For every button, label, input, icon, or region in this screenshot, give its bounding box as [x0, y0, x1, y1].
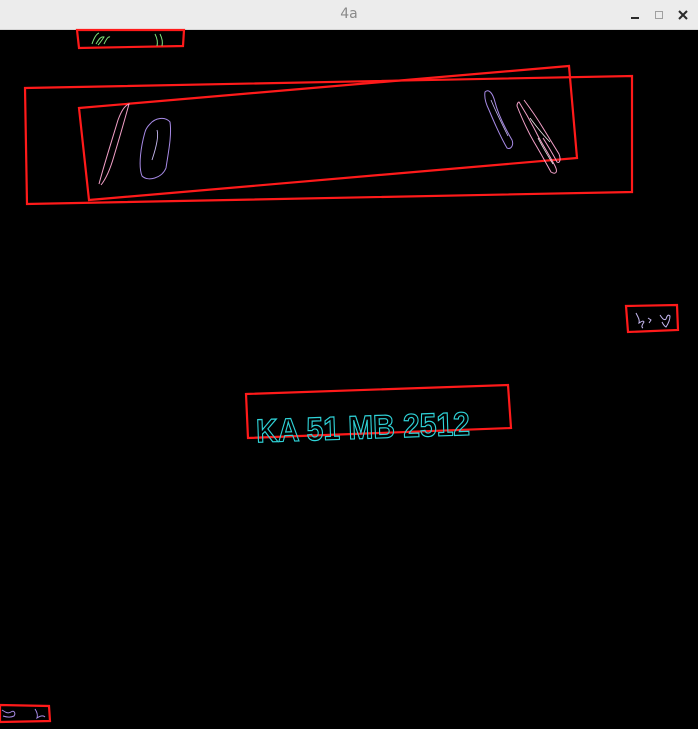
detection-box-license-plate: KA 51 MB 2512 [244, 383, 513, 450]
detection-box-large-outer [23, 74, 634, 206]
detection-overlay: KA 51 MB 2512 [0, 28, 680, 724]
detection-box-right-small [624, 303, 680, 334]
license-plate-text: KA 51 MB 2512 [255, 405, 470, 450]
app-window: 4a KA 51 MB 2512 [0, 0, 698, 729]
detection-box-top-left [75, 28, 186, 50]
detection-box-bottom-left [0, 703, 52, 724]
